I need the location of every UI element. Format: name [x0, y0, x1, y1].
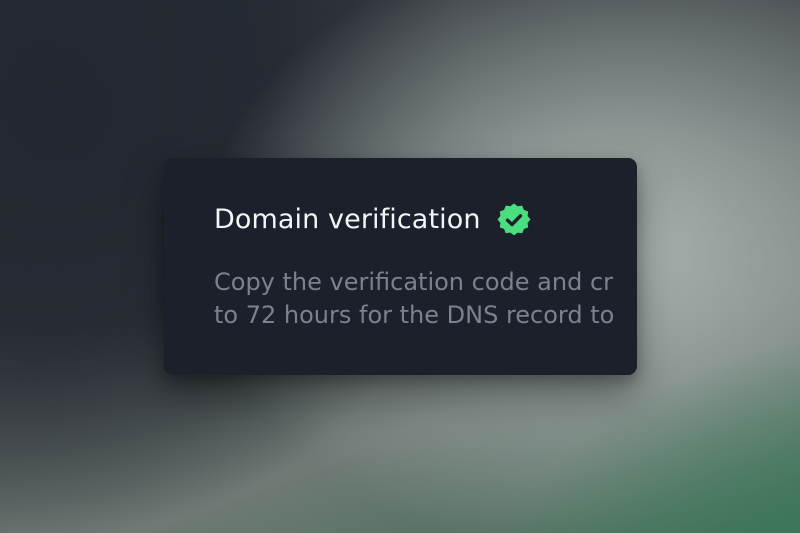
- description-line-2: to 72 hours for the DNS record to: [214, 301, 615, 329]
- card-title: Domain verification: [214, 204, 481, 235]
- verified-badge-icon: [497, 203, 531, 237]
- domain-verification-card: Domain verification Copy the verificatio…: [164, 158, 637, 375]
- card-header: Domain verification: [214, 202, 531, 238]
- description-line-1: Copy the verification code and cr: [214, 268, 613, 296]
- card-description: Copy the verification code and cr to 72 …: [214, 266, 637, 332]
